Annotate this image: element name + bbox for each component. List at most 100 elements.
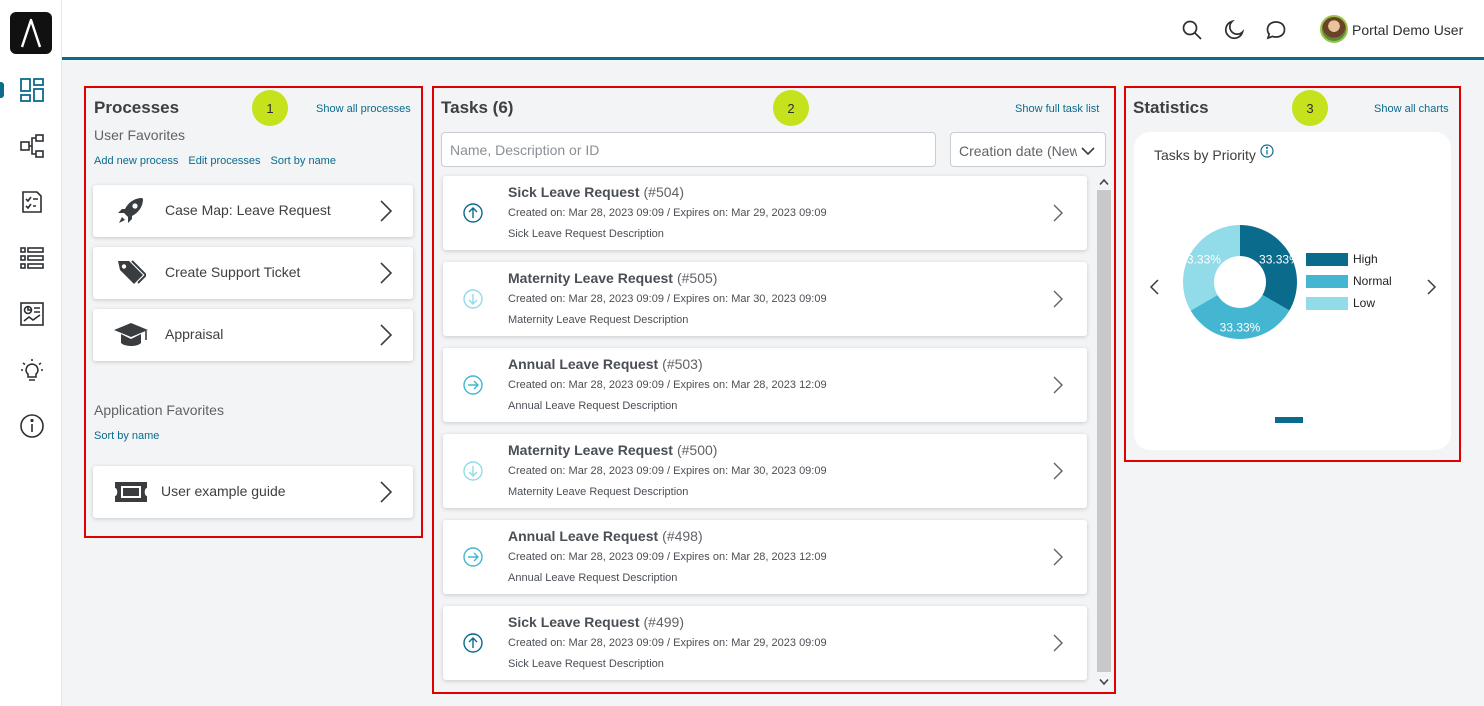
process-label: Case Map: Leave Request [165,202,331,218]
task-title: Sick Leave Request [508,614,640,630]
statistics-badge: 3 [1292,90,1328,126]
task-description: Maternity Leave Request Description [508,314,689,326]
add-new-process-link[interactable]: Add new process [94,155,178,167]
task-description: Annual Leave Request Description [508,400,678,412]
chevron-right-icon [379,261,393,285]
process-label: Create Support Ticket [165,264,301,280]
legend-swatch [1306,252,1348,266]
priority-high-icon [463,203,483,223]
task-title: Annual Leave Request [508,356,659,372]
graduation-cap-icon [113,321,149,349]
chevron-down-icon [1081,144,1095,156]
tasks-title: Tasks (6) [441,98,514,117]
scroll-up-icon[interactable] [1099,178,1109,186]
priority-low-icon [463,289,483,309]
legend-item[interactable]: Low [1306,296,1375,310]
task-title: Sick Leave Request [508,184,640,200]
app-sort-by-name-link[interactable]: Sort by name [94,430,159,442]
search-icon[interactable] [1181,19,1203,41]
processes-badge: 1 [252,90,288,126]
carousel-indicator[interactable] [1275,417,1303,423]
task-card[interactable]: Annual Leave Request (#498) Created on: Ma… [443,520,1087,594]
user-favorites-label: User Favorites [94,127,186,143]
legend-swatch [1306,274,1348,288]
task-card[interactable]: Sick Leave Request (#499) Created on: Mar … [443,606,1087,680]
task-id: (#500) [676,442,718,458]
task-card[interactable]: Sick Leave Request (#504) Created on: Mar … [443,176,1087,250]
task-dates: Created on: Mar 28, 2023 09:09 / Expires… [508,465,827,477]
task-description: Annual Leave Request Description [508,572,678,584]
statistics-icon[interactable] [18,300,46,328]
pie-slice-high[interactable] [1240,225,1297,311]
task-title: Maternity Leave Request [508,270,673,286]
legend-label: Normal [1353,274,1392,288]
scroll-down-icon[interactable] [1099,678,1109,686]
task-card[interactable]: Maternity Leave Request (#505) Created on:… [443,262,1087,336]
slice-label: 33.33% [1259,252,1300,266]
task-list-scrollbar[interactable] [1097,176,1111,690]
sort-value: Creation date (Newest first) [959,143,1077,159]
task-name: Sick Leave Request (#504) [508,184,684,200]
show-full-task-list-link[interactable]: Show full task list [1015,103,1099,115]
task-name: Maternity Leave Request (#500) [508,442,717,458]
chart-next-icon[interactable] [1426,278,1438,296]
process-card-case-map[interactable]: Case Map: Leave Request [93,185,413,237]
scroll-thumb[interactable] [1097,190,1111,672]
show-all-charts-link[interactable]: Show all charts [1374,103,1449,115]
task-dates: Created on: Mar 28, 2023 09:09 / Expires… [508,637,827,649]
task-dates: Created on: Mar 28, 2023 09:09 / Expires… [508,293,827,305]
app-label: User example guide [161,483,286,499]
legend-label: High [1353,252,1378,266]
app-card-user-guide[interactable]: User example guide [93,466,413,518]
avatar[interactable] [1320,15,1348,43]
process-card-appraisal[interactable]: Appraisal [93,309,413,361]
task-dates: Created on: Mar 28, 2023 09:09 / Expires… [508,551,827,563]
task-search-input[interactable] [441,132,936,167]
task-id: (#498) [662,528,703,544]
task-name: Maternity Leave Request (#505) [508,270,717,286]
task-description: Sick Leave Request Description [508,228,664,240]
info-icon[interactable] [18,412,46,440]
task-card[interactable]: Maternity Leave Request (#500) Created on:… [443,434,1087,508]
task-card[interactable]: Annual Leave Request (#503) Created on: Ma… [443,348,1087,422]
task-dates: Created on: Mar 28, 2023 09:09 / Expires… [508,379,827,391]
idea-icon[interactable] [18,356,46,384]
task-id: (#505) [676,270,718,286]
priority-low-icon [463,461,483,481]
chat-icon[interactable] [1265,19,1287,41]
chevron-right-icon [379,199,393,223]
task-description: Maternity Leave Request Description [508,486,689,498]
cases-icon[interactable] [18,244,46,272]
slice-label: 33.33% [1180,252,1221,266]
sidebar [0,0,62,706]
chart-card: Tasks by Priority 33.33% 33.33% 33.33% Hig… [1134,132,1451,450]
sort-by-name-link[interactable]: Sort by name [271,155,336,167]
chevron-right-icon [1053,290,1063,308]
task-sort-select[interactable]: Creation date (Newest first) [950,132,1106,167]
legend-item[interactable]: Normal [1306,274,1392,288]
pie-slice-low[interactable] [1183,225,1240,311]
tasks-icon[interactable] [18,188,46,216]
task-id: (#499) [643,614,684,630]
chevron-right-icon [379,323,393,347]
chevron-right-icon [1053,462,1063,480]
edit-processes-link[interactable]: Edit processes [188,155,260,167]
show-all-processes-link[interactable]: Show all processes [316,103,411,115]
rocket-icon [113,197,149,225]
process-card-support-ticket[interactable]: Create Support Ticket [93,247,413,299]
chevron-right-icon [379,480,393,504]
dark-mode-icon[interactable] [1223,19,1245,41]
user-name[interactable]: Portal Demo User [1352,22,1463,38]
legend-swatch [1306,296,1348,310]
task-id: (#503) [662,356,703,372]
process-icon[interactable] [18,132,46,160]
task-title: Annual Leave Request [508,528,659,544]
statistics-title: Statistics [1133,98,1209,117]
dashboard-icon[interactable] [18,76,46,104]
chevron-right-icon [1053,634,1063,652]
process-label: Appraisal [165,326,224,342]
chart-prev-icon[interactable] [1148,278,1160,296]
app-logo[interactable] [10,12,52,54]
task-name: Annual Leave Request (#503) [508,356,703,372]
legend-item[interactable]: High [1306,252,1378,266]
